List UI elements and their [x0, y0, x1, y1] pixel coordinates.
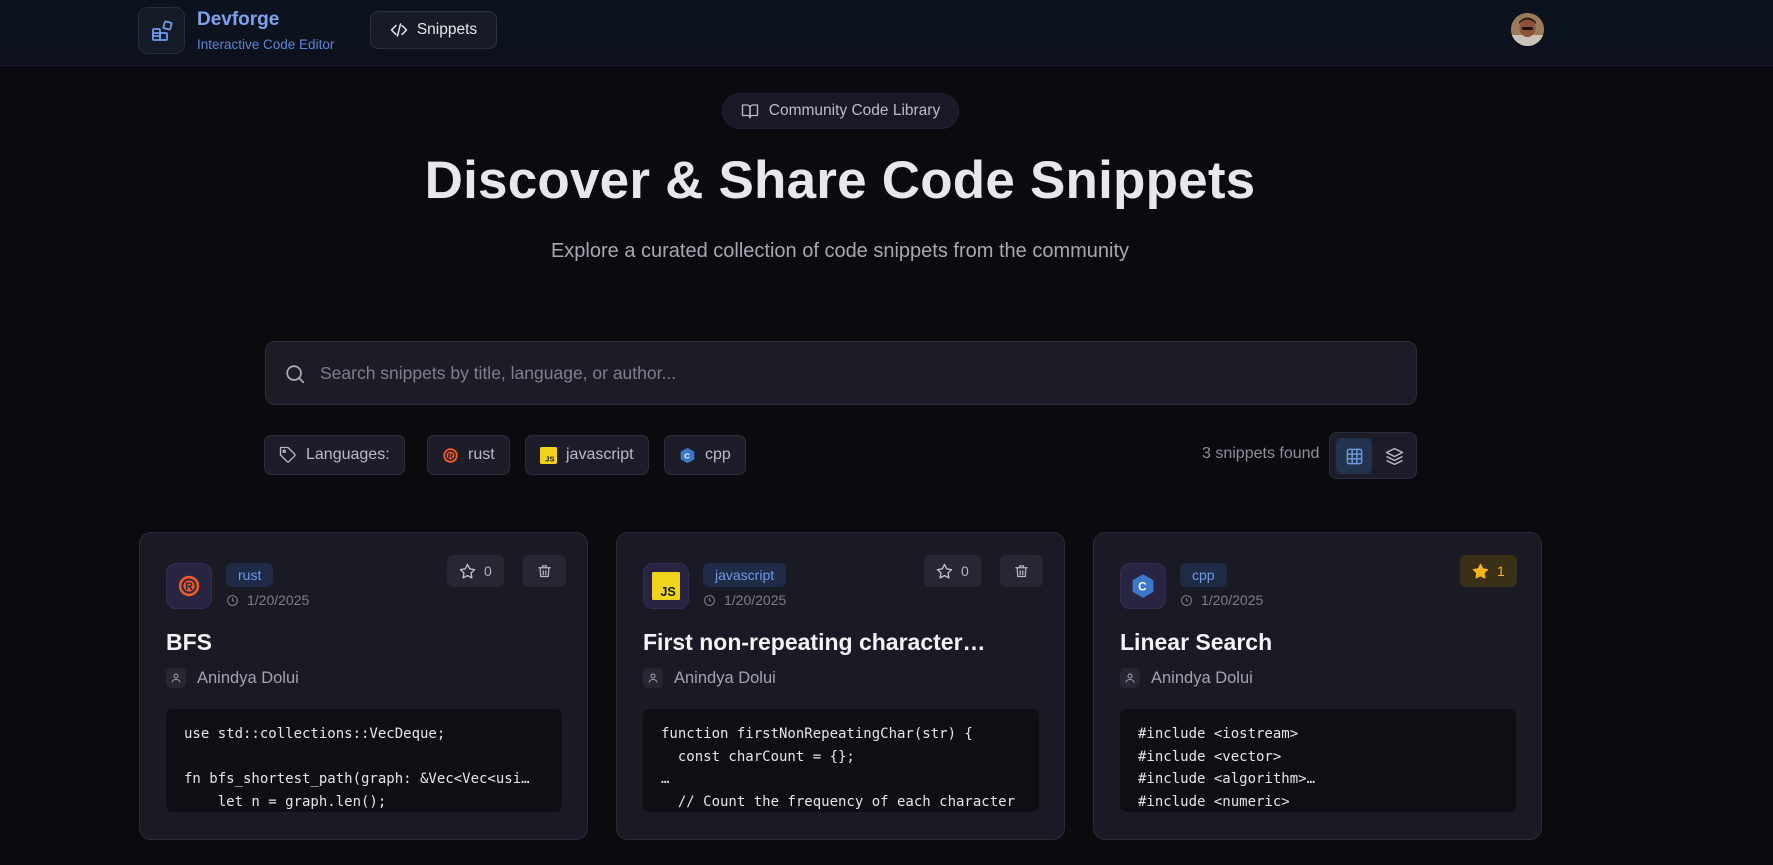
code-icon: [390, 23, 408, 37]
star-count: 0: [961, 563, 969, 579]
javascript-icon: JS: [652, 572, 680, 600]
code-preview: #include <iostream> #include <vector> #i…: [1120, 709, 1516, 812]
card-language-icon-box: R: [166, 563, 212, 609]
date-text: 1/20/2025: [247, 592, 310, 608]
snippet-date: 1/20/2025: [226, 592, 309, 608]
rust-icon: R: [443, 447, 458, 463]
author-name: Anindya Dolui: [197, 668, 299, 687]
brand-subtitle: Interactive Code Editor: [197, 37, 335, 52]
star-icon: [459, 563, 476, 579]
svg-text:JS: JS: [545, 454, 554, 463]
language-badge: cpp: [1180, 563, 1227, 587]
language-badge: javascript: [703, 563, 787, 587]
code-text: function firstNonRepeatingChar(str) { co…: [661, 726, 1016, 811]
snippet-author: Anindya Dolui: [166, 668, 299, 688]
code-preview: use std::collections::VecDeque; fn bfs_s…: [166, 709, 562, 812]
results-count: 3 snippets found: [1202, 445, 1320, 462]
snippet-date: 1/20/2025: [703, 592, 786, 608]
search-icon: [286, 365, 305, 384]
user-avatar[interactable]: [1511, 13, 1544, 46]
grid-view-button[interactable]: [1336, 438, 1372, 474]
language-badge: rust: [226, 563, 274, 587]
author-name: Anindya Dolui: [1151, 668, 1253, 687]
star-icon: [936, 563, 953, 579]
pill-label: Community Code Library: [768, 102, 941, 119]
delete-button[interactable]: [523, 555, 566, 587]
code-preview: function firstNonRepeatingChar(str) { co…: [643, 709, 1039, 812]
svg-text:R: R: [185, 581, 193, 593]
view-toggle: [1329, 432, 1417, 479]
javascript-icon: JS: [540, 446, 557, 464]
snippet-author: Anindya Dolui: [643, 668, 776, 688]
star-button[interactable]: 1: [1460, 555, 1517, 587]
search-input[interactable]: [320, 342, 1400, 404]
language-filter-cpp[interactable]: C cpp: [664, 435, 746, 475]
clock-icon: [1181, 594, 1192, 606]
code-text: use std::collections::VecDeque; fn bfs_s…: [184, 726, 530, 811]
snippet-title[interactable]: BFS: [166, 629, 212, 656]
avatar-image: [1511, 13, 1544, 46]
rust-icon: R: [178, 575, 200, 597]
tag-icon: [279, 446, 296, 463]
snippet-title[interactable]: First non-repeating character…: [643, 629, 986, 656]
page-title: Discover & Share Code Snippets: [424, 151, 1256, 210]
top-navigation-bar: Devforge Interactive Code Editor Snippet…: [0, 0, 1773, 66]
language-filter-label: javascript: [566, 446, 634, 463]
snippet-card[interactable]: R rust 1/20/2025 0 BFS Anindya Dolui use…: [139, 532, 588, 840]
languages-label-chip: Languages:: [264, 435, 405, 475]
page-subtitle: Explore a curated collection of code sni…: [550, 240, 1130, 262]
star-icon: [1472, 563, 1489, 579]
code-text: #include <iostream> #include <vector> #i…: [1138, 726, 1316, 811]
svg-text:C: C: [1138, 581, 1147, 594]
card-language-icon-box: JS: [643, 563, 689, 609]
date-text: 1/20/2025: [724, 592, 787, 608]
star-count: 0: [484, 563, 492, 579]
svg-text:C: C: [684, 451, 690, 460]
blocks-icon: [151, 20, 172, 41]
list-view-button[interactable]: [1376, 438, 1412, 474]
snippets-nav-button[interactable]: Snippets: [370, 11, 497, 49]
trash-icon: [538, 564, 551, 577]
language-filter-label: cpp: [705, 446, 731, 463]
star-count: 1: [1497, 563, 1505, 579]
clock-icon: [227, 594, 238, 606]
author-name: Anindya Dolui: [674, 668, 776, 687]
grid-icon: [1346, 448, 1362, 464]
snippet-title[interactable]: Linear Search: [1120, 629, 1272, 656]
community-library-pill: Community Code Library: [722, 93, 959, 129]
svg-text:R: R: [448, 451, 454, 460]
cpp-icon: C: [1132, 574, 1154, 598]
search-bar: [265, 341, 1417, 405]
snippets-nav-label: Snippets: [416, 21, 478, 38]
trash-icon: [1015, 564, 1028, 577]
user-icon: [1120, 668, 1140, 688]
user-icon: [166, 668, 186, 688]
snippet-card[interactable]: JS javascript 1/20/2025 0 First non-repe…: [616, 532, 1065, 840]
language-filter-rust[interactable]: R rust: [427, 435, 510, 475]
card-language-icon-box: C: [1120, 563, 1166, 609]
user-icon: [643, 668, 663, 688]
snippet-author: Anindya Dolui: [1120, 668, 1253, 688]
svg-text:JS: JS: [660, 585, 675, 599]
layers-icon: [1385, 447, 1403, 465]
brand-name[interactable]: Devforge: [197, 9, 279, 31]
language-filter-label: rust: [468, 446, 495, 463]
clock-icon: [704, 594, 715, 606]
logo[interactable]: [138, 7, 185, 54]
delete-button[interactable]: [1000, 555, 1043, 587]
star-button[interactable]: 0: [924, 555, 981, 587]
book-open-icon: [741, 104, 758, 119]
date-text: 1/20/2025: [1201, 592, 1264, 608]
snippet-date: 1/20/2025: [1180, 592, 1263, 608]
cpp-icon: C: [680, 447, 695, 463]
language-filter-javascript[interactable]: JS javascript: [525, 435, 649, 475]
star-button[interactable]: 0: [447, 555, 504, 587]
languages-label: Languages:: [306, 446, 390, 463]
snippet-card[interactable]: C cpp 1/20/2025 1 Linear Search Anindya …: [1093, 532, 1542, 840]
